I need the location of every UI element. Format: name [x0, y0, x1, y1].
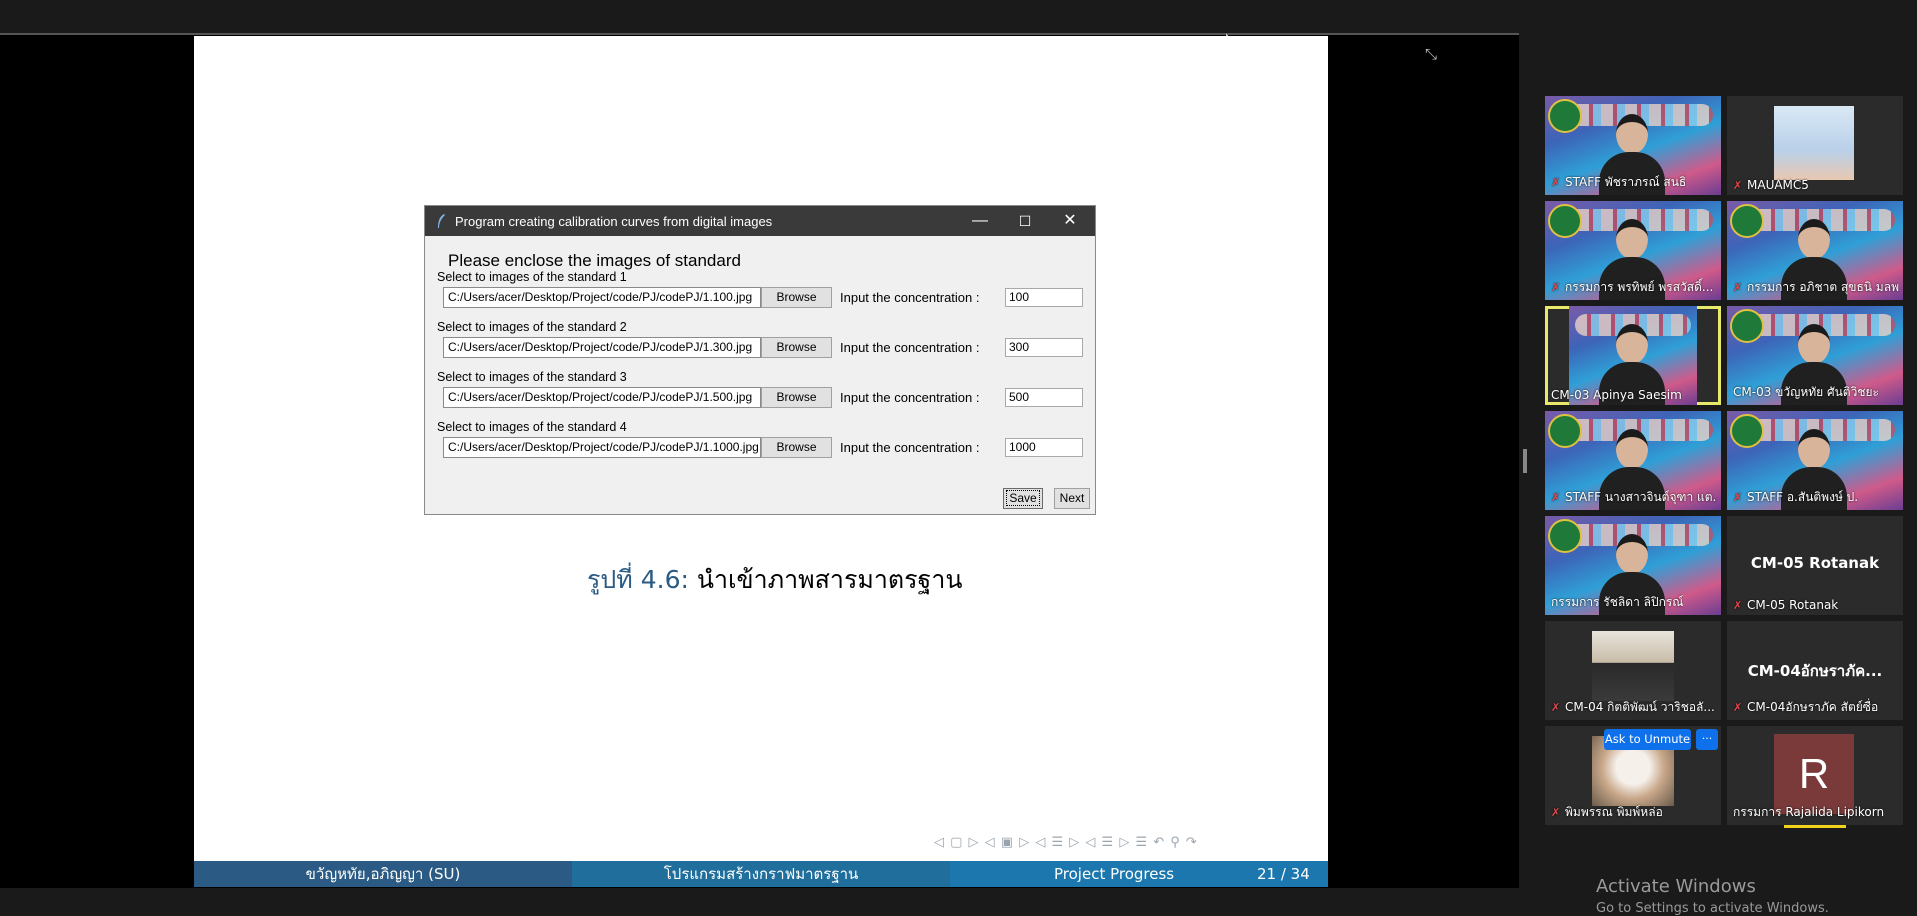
emblem-logo [1730, 204, 1764, 238]
footer-author: ขวัญหทัย,อภิญญา (SU) [194, 861, 572, 887]
mic-muted-icon: ✗ [1551, 491, 1561, 504]
standard-1-concentration-label: Input the concentration : [840, 290, 980, 305]
standard-3-concentration-label: Input the concentration : [840, 390, 980, 405]
footer-page-number: 21 / 34 [1257, 865, 1310, 883]
standard-2-concentration-label: Input the concentration : [840, 340, 980, 355]
participant-tile[interactable]: ✗ STAFF พัชราภรณ์ สนธิ [1545, 96, 1721, 195]
participant-tile-active-speaker[interactable]: CM-03 Apinya Saesim [1545, 306, 1721, 405]
dialog-title: Program creating calibration curves from… [455, 214, 773, 229]
participant-name: CM-03 ขวัญหทัย ศันติวิชยะ [1733, 385, 1879, 399]
mic-muted-icon: ✗ [1551, 701, 1561, 714]
emblem-logo [1548, 99, 1582, 133]
participant-tile[interactable]: ✗ STAFF นางสาวจินต์จุฑา แต... [1545, 411, 1721, 510]
participant-tile[interactable]: CM-04อักษราภัค... ✗ CM-04อักษราภัค สัตย์ซ… [1727, 621, 1903, 720]
mic-muted-icon: ✗ [1733, 179, 1743, 192]
participant-name: ✗ CM-05 Rotanak [1733, 598, 1839, 612]
mic-muted-icon: ✗ [1733, 599, 1743, 612]
standard-2-concentration-input[interactable]: 300 [1005, 338, 1083, 357]
emblem-logo [1548, 519, 1582, 553]
minimize-button[interactable]: — [957, 206, 1003, 236]
participant-tile[interactable]: CM-03 ขวัญหทัย ศันติวิชยะ [1727, 306, 1903, 405]
participant-display-name: CM-04อักษราภัค... [1747, 662, 1883, 680]
more-options-button[interactable]: ··· [1696, 729, 1718, 750]
participant-tile[interactable]: R กรรมการ Rajalida Lipikorn [1727, 726, 1903, 825]
participant-tile[interactable]: ✗ กรรมการ อภิชาต สุขธนิ มลพ... [1727, 201, 1903, 300]
exit-fullscreen-icon[interactable]: ⤡ [1425, 45, 1437, 63]
footer-section-name: Project Progress [1054, 865, 1175, 883]
close-button[interactable]: ✕ [1047, 206, 1093, 236]
emblem-logo [1548, 414, 1582, 448]
participant-name: ✗ STAFF พัชราภรณ์ สนธิ [1551, 175, 1687, 189]
figure-number: รูปที่ 4.6: [587, 565, 689, 594]
beamer-navigation-symbols[interactable]: ◁ ▢ ▷ ◁ ▣ ▷ ◁ ☰ ▷ ◁ ☰ ▷ ☰ ↶ ⚲ ↷ [934, 835, 1198, 850]
activate-windows-title: Activate Windows [1596, 876, 1756, 897]
dialog-heading: Please enclose the images of standard [448, 251, 741, 270]
avatar: R [1774, 734, 1854, 814]
standard-3-browse-button[interactable]: Browse [761, 387, 832, 408]
participant-name: กรรมการ รัชลิดา ลิปิกรณ์ [1551, 595, 1684, 609]
emblem-logo [1548, 204, 1582, 238]
participant-name: ✗ กรรมการ พรทิพย์ พรสวัสดิ์... [1551, 280, 1714, 294]
standard-4-concentration-input[interactable]: 1000 [1005, 438, 1083, 457]
mic-muted-icon: ✗ [1733, 491, 1743, 504]
emblem-logo [1730, 309, 1764, 343]
standard-4-path-field[interactable]: C:/Users/acer/Desktop/Project/code/PJ/co… [443, 437, 761, 458]
participant-tile[interactable]: ✗ STAFF อ.สันติพงษ์ ป. [1727, 411, 1903, 510]
participant-name: ✗ กรรมการ อภิชาต สุขธนิ มลพ... [1733, 280, 1899, 294]
standard-1-path-field[interactable]: C:/Users/acer/Desktop/Project/code/PJ/co… [443, 287, 761, 308]
participant-picture [1592, 631, 1674, 701]
participant-picture [1774, 106, 1854, 180]
mic-muted-icon: ✗ [1733, 281, 1743, 294]
mic-muted-icon: ✗ [1733, 701, 1743, 714]
standard-3-path-field[interactable]: C:/Users/acer/Desktop/Project/code/PJ/co… [443, 387, 761, 408]
footer-section: Project Progress 21 / 34 [950, 861, 1328, 887]
participant-name: ✗ STAFF นางสาวจินต์จุฑา แต... [1551, 490, 1717, 504]
dialog-title-bar[interactable]: Program creating calibration curves from… [425, 206, 1095, 236]
figure-caption: รูปที่ 4.6: นำเข้าภาพสารมาตรฐาน [587, 560, 962, 600]
figure-caption-text: นำเข้าภาพสารมาตรฐาน [688, 565, 963, 594]
footer-title: โปรแกรมสร้างกราฟมาตรฐาน [572, 861, 950, 887]
standard-2-label: Select to images of the standard 2 [437, 320, 627, 334]
standard-1-concentration-input[interactable]: 100 [1005, 288, 1083, 307]
participant-name: กรรมการ Rajalida Lipikorn [1733, 805, 1885, 819]
participant-tile[interactable]: กรรมการ รัชลิดา ลิปิกรณ์ [1545, 516, 1721, 615]
standard-1-label: Select to images of the standard 1 [437, 270, 627, 284]
standard-3-label: Select to images of the standard 3 [437, 370, 627, 384]
participant-tile[interactable]: CM-05 Rotanak ✗ CM-05 Rotanak [1727, 516, 1903, 615]
presentation-slide: Program creating calibration curves from… [194, 36, 1328, 887]
mic-muted-icon: ✗ [1551, 806, 1561, 819]
next-button[interactable]: Next [1054, 488, 1090, 509]
emblem-logo [1730, 414, 1764, 448]
participant-name: ✗ CM-04อักษราภัค สัตย์ซื่อ [1733, 700, 1879, 714]
participant-tile[interactable]: ✗ กรรมการ พรทิพย์ พรสวัสดิ์... [1545, 201, 1721, 300]
save-button-label: Save [1006, 490, 1040, 506]
mic-muted-icon: ✗ [1551, 281, 1561, 294]
maximize-button[interactable]: ☐ [1002, 206, 1048, 236]
participant-name: ✗ CM-04 กิตติพัฒน์ วาริชอลั... [1551, 700, 1715, 714]
panel-splitter-handle[interactable] [1523, 449, 1527, 473]
standard-4-concentration-label: Input the concentration : [840, 440, 980, 455]
slide-footer: ขวัญหทัย,อภิญญา (SU) โปรแกรมสร้างกราฟมาต… [194, 861, 1328, 887]
save-button[interactable]: Save [1003, 488, 1043, 509]
ask-to-unmute-button[interactable]: Ask to Unmute [1604, 729, 1691, 750]
mic-muted-icon: ✗ [1551, 176, 1561, 189]
participant-name: CM-03 Apinya Saesim [1551, 388, 1682, 402]
speaking-indicator [1784, 825, 1846, 828]
standard-4-label: Select to images of the standard 4 [437, 420, 627, 434]
standard-2-path-field[interactable]: C:/Users/acer/Desktop/Project/code/PJ/co… [443, 337, 761, 358]
standard-2-browse-button[interactable]: Browse [761, 337, 832, 358]
standard-1-browse-button[interactable]: Browse [761, 287, 832, 308]
participant-name: ✗ STAFF อ.สันติพงษ์ ป. [1733, 490, 1859, 504]
participant-name: ✗ MAUAMC5 [1733, 178, 1809, 192]
share-border [0, 33, 1519, 35]
top-bar [0, 0, 1917, 34]
participant-display-name: CM-05 Rotanak [1750, 554, 1880, 572]
standard-3-concentration-input[interactable]: 500 [1005, 388, 1083, 407]
participant-tile[interactable]: ✗ MAUAMC5 [1727, 96, 1903, 195]
calibration-dialog: Program creating calibration curves from… [424, 205, 1096, 515]
standard-4-browse-button[interactable]: Browse [761, 437, 832, 458]
participant-tile[interactable]: ✗ CM-04 กิตติพัฒน์ วาริชอลั... [1545, 621, 1721, 720]
feather-icon [438, 214, 445, 228]
participant-name: ✗ พิมพรรณ พิมพ์หล่อ [1551, 805, 1663, 819]
